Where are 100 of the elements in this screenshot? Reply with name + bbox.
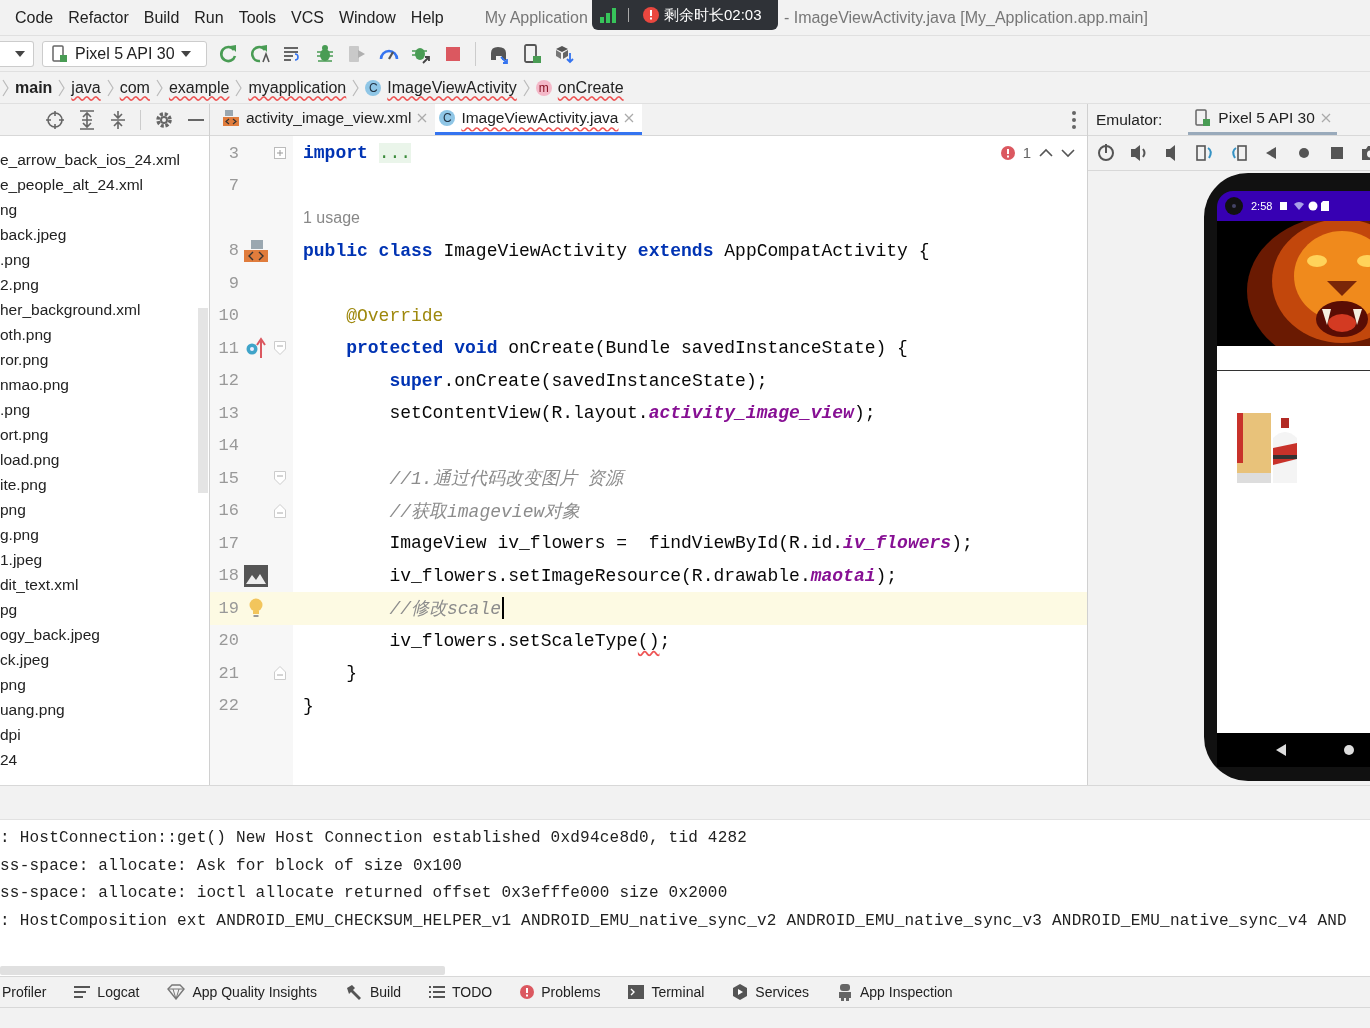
crosshair-icon[interactable]	[45, 109, 65, 130]
code-line: //修改scale	[388, 598, 502, 621]
tool-window-tab[interactable]: App Inspection	[837, 983, 953, 1001]
home-icon[interactable]	[1343, 744, 1355, 756]
file-item[interactable]: .png	[0, 397, 31, 422]
arrow-down-icon[interactable]	[1061, 147, 1075, 158]
file-item[interactable]: dit_text.xml	[0, 572, 79, 597]
chevron-icon	[155, 78, 163, 97]
fold-marker-icon[interactable]	[274, 341, 286, 356]
file-item[interactable]: dpi	[0, 722, 21, 747]
code-line: @Override	[345, 305, 444, 326]
settings-icon[interactable]	[154, 109, 174, 130]
rotate-right-icon[interactable]	[1229, 143, 1248, 163]
tool-window-tab[interactable]: Terminal	[628, 984, 705, 1000]
override-marker-icon[interactable]	[245, 337, 267, 360]
fold-marker-icon[interactable]	[274, 503, 286, 518]
run-config-dropdown[interactable]	[0, 40, 34, 67]
breadcrumb-item[interactable]: main	[15, 78, 53, 97]
back-icon[interactable]	[1275, 744, 1287, 756]
device-dropdown[interactable]: Pixel 5 API 30	[42, 40, 207, 67]
device-tab[interactable]: Pixel 5 API 30	[1188, 104, 1337, 135]
file-item[interactable]: 1.jpeg	[0, 547, 43, 572]
box-arrow-icon[interactable]	[554, 43, 574, 64]
file-item[interactable]: nmao.png	[0, 372, 69, 397]
code-line: }	[303, 695, 314, 716]
file-item[interactable]: ite.png	[0, 472, 47, 497]
layout-file-icon[interactable]	[243, 238, 269, 263]
apply-changes-icon[interactable]	[251, 43, 271, 64]
tool-window-tab[interactable]: Build	[344, 984, 402, 1000]
file-item[interactable]: pg	[0, 597, 18, 622]
file-item[interactable]: e_arrow_back_ios_24.xml	[0, 147, 181, 172]
file-item[interactable]: load.png	[0, 447, 60, 472]
breadcrumb-item[interactable]: myapplication	[248, 78, 347, 97]
menu-item[interactable]: VCS	[291, 8, 324, 27]
window-title: - ImageViewActivity.java [My_Application.app.main]	[783, 8, 1148, 27]
tool-window-tab[interactable]: Problems	[520, 984, 601, 1000]
phone-icon[interactable]	[522, 43, 542, 64]
fold-marker-icon[interactable]	[274, 666, 286, 681]
file-item[interactable]: ogy_back.jpeg	[0, 622, 100, 647]
tool-window-tab[interactable]: App Quality Insights	[167, 984, 317, 1000]
tool-window-tab[interactable]: TODO	[429, 984, 493, 1000]
tool-window-tab[interactable]: Services	[732, 984, 809, 1000]
line-number: 12	[217, 371, 239, 391]
file-item[interactable]: ror.png	[0, 347, 49, 372]
menu-item[interactable]: Window	[338, 8, 396, 27]
collapse-all-icon[interactable]	[109, 109, 127, 130]
file-item[interactable]: uang.png	[0, 697, 65, 722]
file-item[interactable]: g.png	[0, 522, 39, 547]
breadcrumb-item[interactable]: onCreate	[557, 78, 624, 97]
rerun-icon[interactable]	[219, 43, 239, 64]
lines-icon	[74, 985, 91, 999]
menu-item[interactable]: Code	[15, 8, 54, 27]
file-item[interactable]: .png	[0, 247, 31, 272]
line-number: 19	[217, 598, 239, 618]
menu-item[interactable]: Build	[143, 8, 180, 27]
code-line: }	[345, 663, 357, 684]
breadcrumb-item[interactable]: ImageViewActivity	[387, 78, 517, 97]
lightbulb-icon[interactable]	[248, 598, 264, 619]
breadcrumb-item[interactable]: java	[71, 78, 101, 97]
file-item[interactable]: ort.png	[0, 422, 49, 447]
power-icon[interactable]	[1097, 143, 1116, 163]
file-item[interactable]: back.jpeg	[0, 222, 67, 247]
editor-tab[interactable]: C ImageViewActivity.java	[435, 104, 643, 135]
breadcrumb-item[interactable]: com	[119, 78, 150, 97]
menu-item[interactable]: Refactor	[68, 8, 129, 27]
breadcrumb-item[interactable]: example	[168, 78, 230, 97]
usage-hint[interactable]: 1 usage	[293, 209, 360, 228]
scrollbar[interactable]	[198, 308, 208, 493]
error-icon	[520, 985, 535, 999]
menu-item[interactable]: Run	[194, 8, 224, 27]
rotate-left-icon[interactable]	[1196, 143, 1215, 163]
menu-item[interactable]: Help	[410, 8, 444, 27]
image-icon[interactable]	[244, 564, 268, 587]
scrollbar[interactable]	[0, 966, 445, 975]
fold-marker-icon[interactable]	[274, 471, 286, 486]
code-line: import ...	[303, 143, 412, 164]
file-item[interactable]: 24	[0, 747, 18, 772]
file-item[interactable]: oth.png	[0, 322, 52, 347]
tool-window-tab[interactable]: Logcat	[74, 984, 140, 1000]
fold-marker-icon[interactable]	[274, 147, 286, 160]
file-item[interactable]: 2.png	[0, 272, 39, 297]
line-number: 18	[217, 566, 239, 586]
file-item[interactable]: ck.jpeg	[0, 647, 50, 672]
more-options-icon[interactable]	[1071, 109, 1077, 130]
menu-item[interactable]: Tools	[238, 8, 276, 27]
code-line: super.onCreate(savedInstanceState);	[388, 370, 768, 391]
file-item[interactable]: png	[0, 672, 26, 697]
line-number: 3	[227, 143, 239, 163]
bug-icon[interactable]	[315, 43, 335, 64]
arrow-up-icon[interactable]	[1039, 147, 1053, 158]
log-line: : HostComposition ext ANDROID_EMU_CHECKSUM_HELPER_v1 ANDROID_EMU_native_sync_v2 ANDROID_EMU_native_sync_v3 ANDROID_EMU_native_sync_v4 AND	[0, 910, 1347, 932]
line-number: 13	[217, 403, 239, 423]
file-item[interactable]: ng	[0, 197, 18, 222]
text-caret	[502, 597, 505, 620]
expand-all-icon[interactable]	[78, 109, 96, 130]
editor-tab[interactable]: activity_image_view.xml	[218, 104, 436, 135]
file-item[interactable]: her_background.xml	[0, 297, 141, 322]
file-item[interactable]: png	[0, 497, 26, 522]
tool-window-tab[interactable]: Profiler	[2, 984, 47, 1000]
file-item[interactable]: e_people_alt_24.xml	[0, 172, 144, 197]
